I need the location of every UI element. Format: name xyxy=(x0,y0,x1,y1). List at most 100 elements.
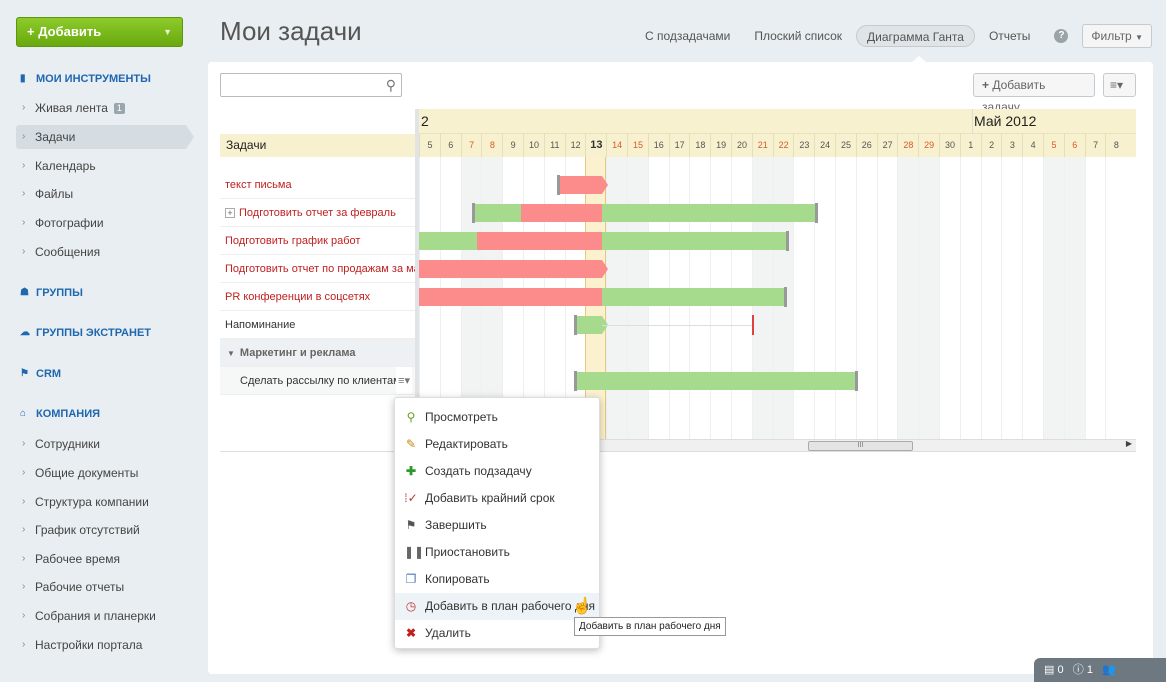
pause-icon: ❚❚ xyxy=(404,545,425,559)
chevron-down-icon[interactable]: ▼ xyxy=(163,18,172,46)
day-label: 7 xyxy=(460,134,482,157)
task-bar-segment[interactable] xyxy=(575,316,603,334)
magnifier-icon: ⚲ xyxy=(406,410,416,424)
tab-subtasks[interactable]: С подзадачами xyxy=(635,25,740,47)
section-groups[interactable]: ☗ ГРУППЫ xyxy=(20,287,83,299)
task-bar-segment[interactable] xyxy=(477,232,603,250)
sidebar-item-documents[interactable]: Общие документы xyxy=(16,461,186,485)
task-row[interactable]: + Подготовить отчет за февраль xyxy=(220,199,415,227)
task-bar-segment[interactable] xyxy=(419,260,603,278)
sidebar-item-employees[interactable]: Сотрудники xyxy=(16,432,186,456)
day-label: 30 xyxy=(939,134,960,157)
add-task-button[interactable]: + Добавить задачу xyxy=(973,73,1095,114)
task-bar-segment[interactable] xyxy=(419,232,478,250)
menu-item-pause[interactable]: ❚❚ Приостановить xyxy=(395,539,599,566)
expand-icon[interactable]: + xyxy=(225,208,235,218)
bar-start-handle[interactable] xyxy=(574,371,577,391)
task-bar-segment[interactable] xyxy=(602,204,817,222)
bar-end-handle[interactable] xyxy=(786,231,790,251)
sidebar-item-live-feed[interactable]: Живая лента1 xyxy=(16,96,186,120)
group-row[interactable]: ▼ Маркетинг и реклама xyxy=(220,339,415,367)
day-label: 5 xyxy=(1043,134,1064,157)
task-row[interactable]: текст письма xyxy=(220,171,415,199)
menu-item-view[interactable]: ⚲ Просмотреть xyxy=(395,404,599,431)
task-bar-segment[interactable] xyxy=(473,204,521,222)
users-icon[interactable]: 👥 xyxy=(1102,664,1116,676)
task-row[interactable]: PR конференции в соцсетях xyxy=(220,283,415,311)
section-crm[interactable]: ⚑ CRM xyxy=(20,368,61,380)
menu-item-complete[interactable]: ⚑ Завершить xyxy=(395,512,599,539)
month-header: 2 Май 2012 xyxy=(419,109,1136,134)
scroll-right-icon[interactable]: ▶ xyxy=(1126,439,1132,448)
menu-item-edit[interactable]: ✎ Редактировать xyxy=(395,431,599,458)
bar-end-handle[interactable] xyxy=(784,287,788,307)
menu-item-add-deadline[interactable]: ⁞✓ Добавить крайний срок xyxy=(395,485,599,512)
day-column xyxy=(1022,157,1043,439)
menu-item-delete[interactable]: ✖ Удалить xyxy=(395,620,599,647)
task-row[interactable]: Подготовить график работ xyxy=(220,227,415,255)
sidebar-item-absence[interactable]: График отсутствий xyxy=(16,518,186,542)
filter-button[interactable]: Фильтр ▼ xyxy=(1082,24,1152,48)
task-bar-segment[interactable] xyxy=(520,204,603,222)
tab-gantt[interactable]: Диаграмма Ганта xyxy=(856,25,975,47)
sidebar-item-files[interactable]: Файлы xyxy=(16,182,186,206)
sidebar-item-messages[interactable]: Сообщения xyxy=(16,240,186,264)
sidebar-item-photos[interactable]: Фотографии xyxy=(16,211,186,235)
menu-item-add-to-plan[interactable]: ◷ Добавить в план рабочего дня xyxy=(395,593,599,620)
day-label: 4 xyxy=(1022,134,1043,157)
menu-item-copy[interactable]: ❐ Копировать xyxy=(395,566,599,593)
task-bar-segment[interactable] xyxy=(602,232,788,250)
gantt-settings-button[interactable]: ≡▾ xyxy=(1103,73,1136,97)
day-label: 27 xyxy=(876,134,898,157)
search-icon[interactable]: ⚲ xyxy=(386,77,396,94)
task-bar-segment[interactable] xyxy=(575,372,856,390)
tab-reports[interactable]: Отчеты xyxy=(979,25,1040,47)
deadline-line xyxy=(602,325,752,326)
plus-icon: + xyxy=(982,78,993,92)
search-input[interactable]: ⚲ xyxy=(220,73,402,97)
task-bar-segment[interactable] xyxy=(558,176,603,194)
task-row[interactable]: Напоминание xyxy=(220,311,415,339)
task-bar-segment[interactable] xyxy=(602,288,786,306)
section-my-tools[interactable]: ▮ МОИ ИНСТРУМЕНТЫ xyxy=(20,73,151,85)
sidebar-item-structure[interactable]: Структура компании xyxy=(16,490,186,514)
day-column xyxy=(835,157,856,439)
day-label: 8 xyxy=(1105,134,1126,157)
section-extranet[interactable]: ☁ ГРУППЫ ЭКСТРАНЕТ xyxy=(20,327,151,339)
task-row[interactable]: Сделать рассылку по клиентам ≡▾ xyxy=(220,367,415,395)
task-menu-icon[interactable]: ≡▾ xyxy=(396,367,412,394)
add-button[interactable]: + Добавить ▼ xyxy=(16,17,183,47)
notifications-icon[interactable]: ⓘ xyxy=(1073,664,1084,676)
sidebar-item-reports[interactable]: Рабочие отчеты xyxy=(16,575,186,599)
collapse-icon[interactable]: ▼ xyxy=(227,349,235,358)
sidebar-item-calendar[interactable]: Календарь xyxy=(16,154,186,178)
sidebar-item-tasks[interactable]: Задачи xyxy=(16,125,194,149)
bar-end-handle[interactable] xyxy=(854,371,858,391)
deadline-marker[interactable] xyxy=(751,315,754,335)
tab-flat-list[interactable]: Плоский список xyxy=(744,25,852,47)
sidebar-item-meetings[interactable]: Собрания и планерки xyxy=(16,604,186,628)
bar-start-handle[interactable] xyxy=(472,203,476,223)
help-icon[interactable]: ? xyxy=(1054,29,1069,43)
section-company[interactable]: ⌂ КОМПАНИЯ xyxy=(20,408,100,420)
menu-item-create-subtask[interactable]: ✚ Создать подзадачу xyxy=(395,458,599,485)
bar-start-handle[interactable] xyxy=(574,315,577,335)
day-column xyxy=(939,157,960,439)
day-column xyxy=(793,157,814,439)
bar-end-handle[interactable] xyxy=(815,203,819,223)
sidebar: + Добавить ▼ ▮МОИ ИНСТРУМЕНТЫ Живая лент… xyxy=(0,0,200,682)
day-label: 13 xyxy=(585,134,606,157)
scroll-thumb[interactable]: III xyxy=(808,441,913,451)
sidebar-item-worktime[interactable]: Рабочее время xyxy=(16,547,186,571)
day-column xyxy=(918,157,940,439)
task-bar-segment[interactable] xyxy=(419,288,603,306)
messages-icon[interactable]: ▤ xyxy=(1044,664,1054,676)
day-column xyxy=(855,157,877,439)
bar-start-handle[interactable] xyxy=(557,175,561,195)
cloud-icon: ☁ xyxy=(20,327,30,338)
task-row[interactable]: Подготовить отчет по продажам за март xyxy=(220,255,415,283)
day-label: 16 xyxy=(647,134,669,157)
day-column xyxy=(1001,157,1022,439)
day-header: 5 6 7 8 9 10 11 12 13 14 15 16 17 18 19 20 21 22 23 24 25 26 2… xyxy=(419,134,1136,157)
sidebar-item-settings[interactable]: Настройки портала xyxy=(16,633,186,657)
